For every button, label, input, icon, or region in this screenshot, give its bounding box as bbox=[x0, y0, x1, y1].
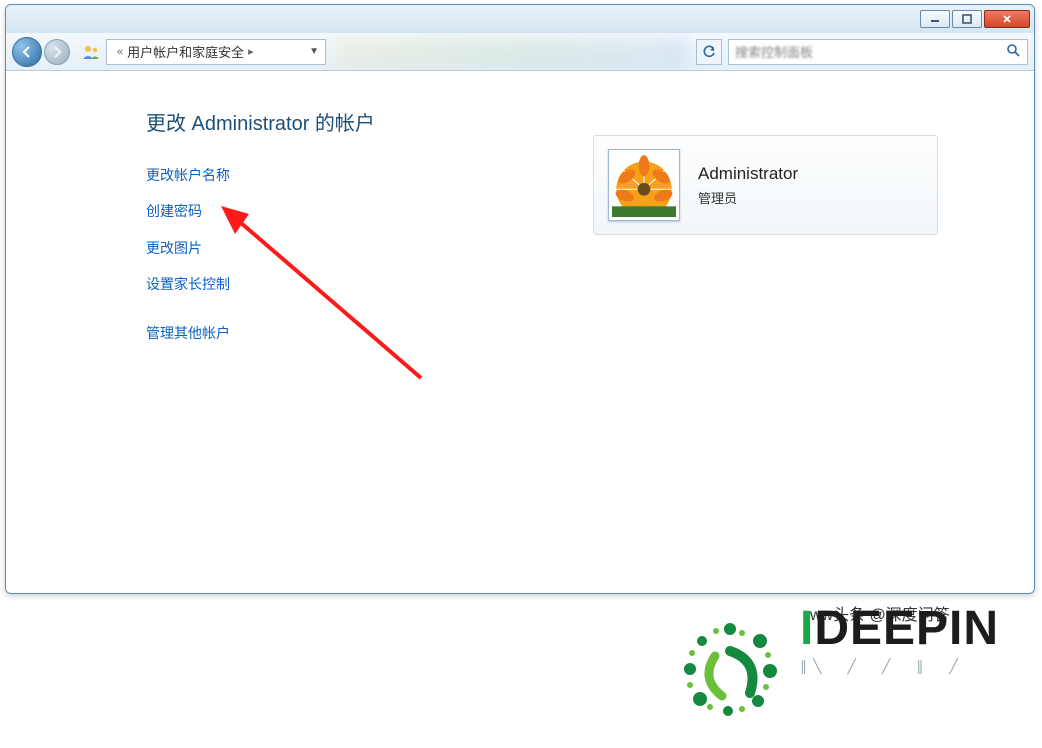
watermark-credit: ww头条 @深度问答 bbox=[810, 601, 1040, 625]
account-name: Administrator bbox=[698, 164, 798, 184]
minimize-button[interactable] bbox=[920, 10, 950, 28]
refresh-button[interactable] bbox=[696, 39, 722, 65]
account-info: Administrator 管理员 bbox=[698, 164, 798, 207]
breadcrumb-text: 用户帐户和家庭安全 bbox=[127, 42, 244, 61]
search-icon bbox=[1005, 42, 1021, 61]
search-placeholder: 搜索控制面板 bbox=[735, 42, 813, 61]
maximize-button[interactable] bbox=[952, 10, 982, 28]
account-card[interactable]: Administrator 管理员 bbox=[593, 135, 938, 235]
avatar-image-icon bbox=[612, 153, 676, 217]
title-bar bbox=[6, 5, 1034, 33]
back-button[interactable] bbox=[12, 37, 42, 67]
watermark-swirl-icon bbox=[670, 611, 790, 731]
nav-blur-region bbox=[334, 37, 688, 67]
content-area: 更改 Administrator 的帐户 更改帐户名称 创建密码 更改图片 设置… bbox=[6, 71, 1034, 593]
breadcrumb[interactable]: « 用户帐户和家庭安全 ▸ ▼ bbox=[106, 39, 326, 65]
watermark-brand: IDEEPIN bbox=[800, 602, 999, 655]
close-button[interactable] bbox=[984, 10, 1030, 28]
watermark: IDEEPIN ∥╲╱╱∥╱ ww头条 @深度问答 bbox=[670, 583, 1040, 743]
avatar bbox=[608, 149, 680, 221]
forward-button[interactable] bbox=[44, 39, 70, 65]
user-accounts-icon bbox=[80, 41, 102, 63]
breadcrumb-prefix: « bbox=[113, 46, 127, 58]
search-input[interactable]: 搜索控制面板 bbox=[728, 39, 1028, 65]
watermark-subline: ∥╲╱╱∥╱ bbox=[800, 658, 999, 675]
page-title: 更改 Administrator 的帐户 bbox=[146, 107, 1034, 136]
breadcrumb-chevron-icon: ▸ bbox=[244, 45, 258, 58]
link-parental-controls[interactable]: 设置家长控制 bbox=[146, 273, 1034, 295]
explorer-window: « 用户帐户和家庭安全 ▸ ▼ 搜索控制面板 更改 Administrator … bbox=[5, 4, 1035, 594]
account-role: 管理员 bbox=[698, 188, 798, 207]
nav-bar: « 用户帐户和家庭安全 ▸ ▼ 搜索控制面板 bbox=[6, 33, 1034, 71]
link-change-picture[interactable]: 更改图片 bbox=[146, 237, 1034, 259]
link-manage-others[interactable]: 管理其他帐户 bbox=[146, 322, 1034, 344]
breadcrumb-dropdown-icon[interactable]: ▼ bbox=[303, 46, 319, 57]
